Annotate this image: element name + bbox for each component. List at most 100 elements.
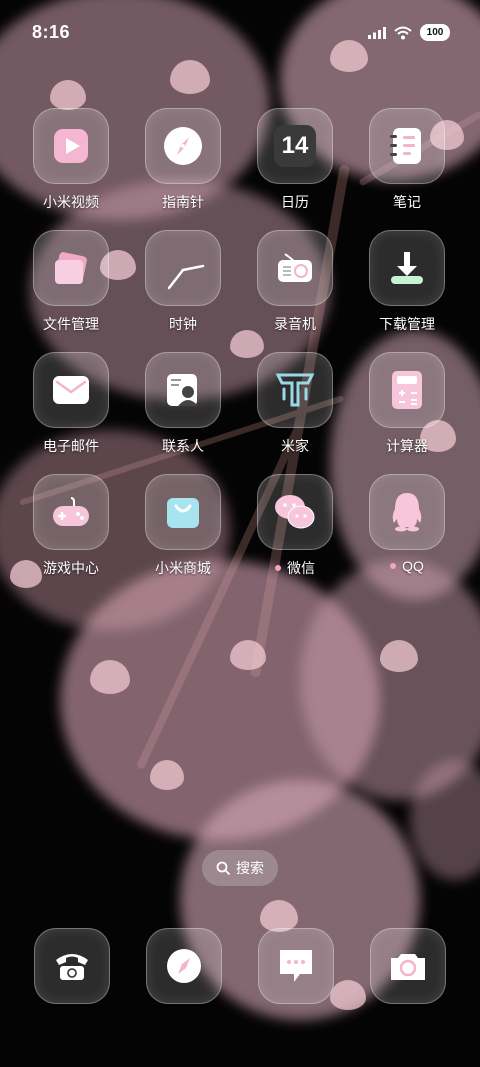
calculator-icon — [392, 371, 422, 409]
dock-camera[interactable] — [370, 928, 446, 1004]
app-label-text: 计算器 — [386, 438, 428, 454]
app-tile[interactable] — [145, 474, 221, 550]
app-label-text: 文件管理 — [43, 316, 99, 332]
petal — [90, 660, 130, 694]
signal-icon — [368, 26, 386, 39]
download-icon — [391, 252, 423, 284]
app-tile[interactable] — [145, 230, 221, 306]
app-tile[interactable] — [33, 352, 109, 428]
app-qq[interactable]: QQ — [351, 474, 463, 586]
app-calendar[interactable]: 14 日历 — [239, 108, 351, 220]
app-label-text: 录音机 — [274, 316, 316, 332]
app-tile[interactable] — [257, 352, 333, 428]
gamepad-icon — [53, 497, 89, 526]
app-game-center[interactable]: 游戏中心 — [15, 474, 127, 586]
app-label-text: 日历 — [281, 194, 309, 210]
app-tile[interactable]: 14 — [257, 108, 333, 184]
battery-indicator: 100 — [420, 24, 450, 41]
app-notes[interactable]: 笔记 — [351, 108, 463, 220]
app-label: 录音机 — [274, 314, 316, 334]
app-label: 微信 — [275, 558, 315, 578]
app-tile[interactable] — [369, 474, 445, 550]
calendar-day: 14 — [281, 132, 309, 159]
app-label-text: 微信 — [287, 560, 315, 576]
app-label: QQ — [390, 558, 424, 574]
app-calculator[interactable]: 计算器 — [351, 352, 463, 464]
mail-icon — [53, 376, 89, 404]
messages-icon — [280, 950, 312, 982]
notes-icon — [390, 128, 421, 164]
app-tile[interactable] — [33, 108, 109, 184]
app-tile[interactable] — [145, 108, 221, 184]
app-label-text: 米家 — [281, 438, 309, 454]
dock — [0, 928, 480, 1004]
app-label-text: 时钟 — [169, 316, 197, 332]
app-tile[interactable] — [33, 474, 109, 550]
app-label-text: 指南针 — [162, 194, 204, 210]
recorder-icon — [278, 253, 312, 282]
app-xiaomi-video[interactable]: 小米视频 — [15, 108, 127, 220]
app-label-text: 小米视频 — [43, 194, 99, 210]
app-label: 游戏中心 — [43, 558, 99, 578]
petal — [230, 640, 266, 670]
app-label-text: 联系人 — [162, 438, 204, 454]
app-downloads[interactable]: 下载管理 — [351, 230, 463, 342]
calendar-icon: 14 — [274, 125, 316, 167]
dock-browser[interactable] — [146, 928, 222, 1004]
qq-icon — [392, 493, 422, 532]
app-label: 小米视频 — [43, 192, 99, 212]
app-label-text: 下载管理 — [379, 316, 435, 332]
app-tile[interactable] — [145, 352, 221, 428]
app-recorder[interactable]: 录音机 — [239, 230, 351, 342]
compass-icon — [164, 127, 202, 165]
app-label: 电子邮件 — [43, 436, 99, 456]
app-mijia[interactable]: 米家 — [239, 352, 351, 464]
search-button[interactable]: 搜索 — [202, 850, 278, 886]
dock-messages[interactable] — [258, 928, 334, 1004]
app-label: 计算器 — [386, 436, 428, 456]
app-label: 日历 — [281, 192, 309, 212]
wechat-icon — [275, 495, 315, 529]
app-label-text: 笔记 — [393, 194, 421, 210]
app-label: 下载管理 — [379, 314, 435, 334]
file-manager-icon — [55, 252, 87, 284]
video-icon — [54, 129, 88, 163]
app-tile[interactable] — [369, 230, 445, 306]
app-tile[interactable] — [33, 230, 109, 306]
app-tile[interactable] — [257, 474, 333, 550]
app-contacts[interactable]: 联系人 — [127, 352, 239, 464]
clock-icon — [167, 264, 205, 290]
camera-icon — [391, 954, 425, 980]
petal — [150, 760, 184, 790]
app-tile[interactable] — [369, 352, 445, 428]
app-xiaomi-mall[interactable]: 小米商城 — [127, 474, 239, 586]
app-label: 笔记 — [393, 192, 421, 212]
search-icon — [216, 861, 230, 875]
app-label: 米家 — [281, 436, 309, 456]
phone-icon — [56, 954, 88, 980]
app-label: 联系人 — [162, 436, 204, 456]
app-label-text: 游戏中心 — [43, 560, 99, 576]
browser-icon — [167, 949, 201, 983]
shopping-bag-icon — [167, 498, 199, 528]
search-label: 搜索 — [236, 860, 264, 876]
app-label: 小米商城 — [155, 558, 211, 578]
app-label-text: 电子邮件 — [43, 438, 99, 454]
contacts-icon — [167, 374, 198, 406]
status-bar: 8:16 100 — [0, 0, 480, 66]
petal — [380, 640, 418, 672]
app-tile[interactable] — [257, 230, 333, 306]
app-email[interactable]: 电子邮件 — [15, 352, 127, 464]
app-tile[interactable] — [369, 108, 445, 184]
new-indicator-dot — [275, 565, 281, 571]
app-compass[interactable]: 指南针 — [127, 108, 239, 220]
app-clock[interactable]: 时钟 — [127, 230, 239, 342]
new-indicator-dot — [390, 563, 397, 569]
petal — [50, 80, 86, 110]
status-time: 8:16 — [32, 22, 71, 42]
app-wechat[interactable]: 微信 — [239, 474, 351, 586]
dock-phone[interactable] — [34, 928, 110, 1004]
app-label: 时钟 — [169, 314, 197, 334]
wifi-icon — [394, 26, 412, 39]
app-file-manager[interactable]: 文件管理 — [15, 230, 127, 342]
